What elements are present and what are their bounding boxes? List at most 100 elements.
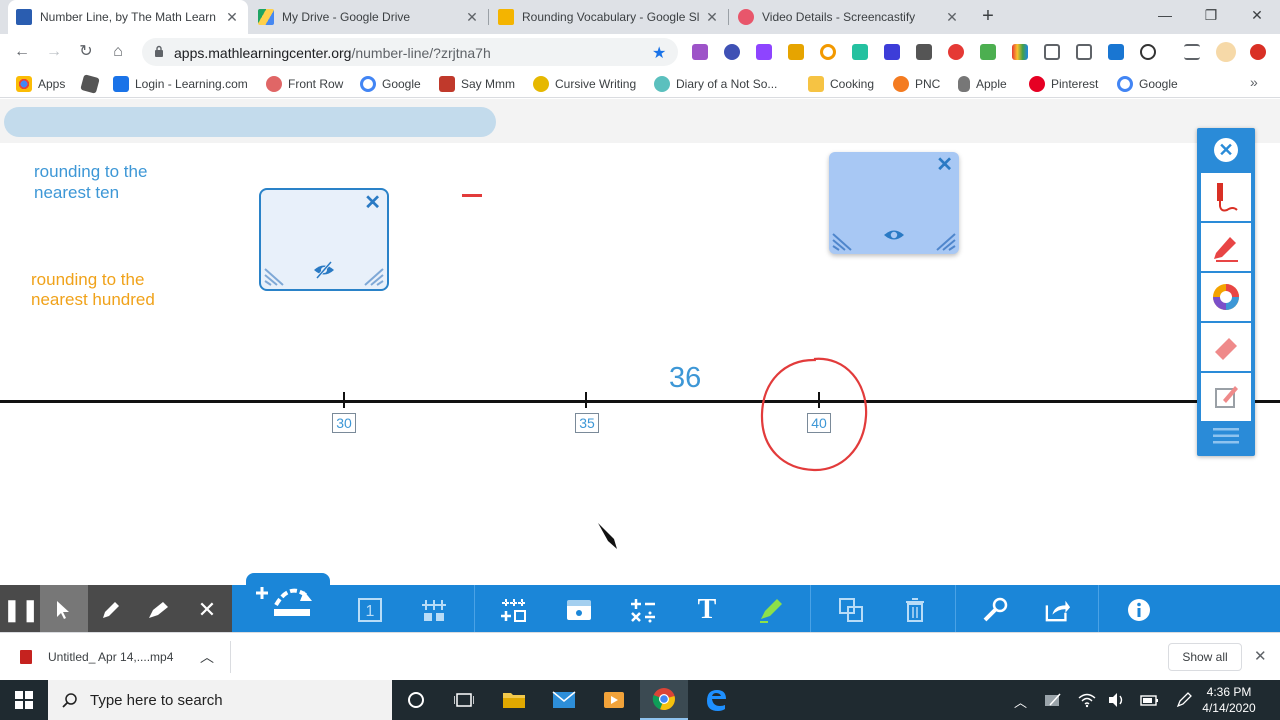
extension-icon[interactable] xyxy=(756,44,772,60)
tick-marks-icon[interactable] xyxy=(421,597,447,623)
volume-icon[interactable] xyxy=(1108,692,1126,711)
info-icon[interactable] xyxy=(1126,597,1152,623)
show-hidden-icons-chevron-icon[interactable]: ︿ xyxy=(1014,692,1027,711)
pen-settings-icon[interactable] xyxy=(1176,692,1194,711)
hamburger-menu-icon[interactable] xyxy=(1213,428,1239,444)
clear-drawing-button[interactable] xyxy=(1201,373,1251,421)
profile-avatar[interactable] xyxy=(1216,42,1236,62)
file-explorer-button[interactable] xyxy=(490,680,538,720)
close-icon[interactable]: ✕ xyxy=(194,597,220,623)
mail-button[interactable] xyxy=(540,680,588,720)
tab-close-icon[interactable]: ✕ xyxy=(464,9,480,26)
trash-icon[interactable] xyxy=(902,597,928,623)
reload-button[interactable]: ↻ xyxy=(74,40,98,64)
bookmark-apple[interactable]: Apple xyxy=(958,76,1007,92)
bookmark-google-2[interactable]: Google xyxy=(1117,76,1178,92)
tick-label-35[interactable]: 35 xyxy=(575,413,599,433)
color-picker-button[interactable] xyxy=(1201,273,1251,321)
close-window-button[interactable]: ✕ xyxy=(1234,4,1280,26)
number-line-workspace[interactable]: rounding to the nearest ten rounding to … xyxy=(0,99,1280,585)
bookmark-front-row[interactable]: Front Row xyxy=(266,76,343,92)
operations-icon[interactable] xyxy=(630,597,656,623)
battery-icon[interactable] xyxy=(1140,692,1160,711)
back-button[interactable]: ← xyxy=(10,40,34,64)
extension-icon[interactable] xyxy=(1044,44,1060,60)
show-all-button[interactable]: Show all xyxy=(1168,643,1242,671)
eye-slash-icon[interactable] xyxy=(312,261,336,279)
resize-handle-icon[interactable] xyxy=(263,263,289,287)
tab-number-line[interactable]: Number Line, by The Math Learn ✕ xyxy=(8,0,248,34)
close-icon[interactable]: ✕ xyxy=(1214,138,1238,162)
cortana-button[interactable] xyxy=(392,680,440,720)
close-downloads-icon[interactable]: ✕ xyxy=(1254,647,1267,665)
resize-handle-icon[interactable] xyxy=(359,263,385,287)
taskbar-search-box[interactable]: Type here to search xyxy=(48,680,392,720)
cover-box-icon[interactable] xyxy=(566,597,592,623)
chevron-up-icon[interactable]: ︿ xyxy=(200,647,214,667)
marker-tool-button[interactable] xyxy=(1201,223,1251,271)
close-icon[interactable]: ✕ xyxy=(364,193,381,213)
highlighter-green-icon[interactable] xyxy=(758,597,784,623)
extension-icon[interactable] xyxy=(980,44,996,60)
address-bar[interactable]: apps.mathlearningcenter.org/number-line/… xyxy=(142,38,678,66)
add-number-line-icon[interactable] xyxy=(501,597,527,623)
cover-box-hidden[interactable]: ✕ xyxy=(259,188,389,291)
bookmark-google[interactable]: Google xyxy=(360,76,421,92)
system-clock[interactable]: 4:36 PM 4/14/2020 xyxy=(1198,684,1260,716)
text-tool-icon[interactable]: T xyxy=(694,594,720,625)
highlighter-icon[interactable] xyxy=(146,597,172,623)
duplicate-icon[interactable] xyxy=(838,597,864,623)
bookmark-pnc[interactable]: PNC xyxy=(893,76,940,92)
bookmark-cooking[interactable]: Cooking xyxy=(808,76,874,92)
tab-rounding-vocabulary[interactable]: Rounding Vocabulary - Google Sl ✕ xyxy=(490,0,728,34)
extension-icon[interactable] xyxy=(788,44,804,60)
media-queue-icon[interactable] xyxy=(1184,44,1200,60)
more-bookmarks-chevron-icon[interactable]: » xyxy=(1250,74,1258,90)
pen-icon[interactable] xyxy=(98,597,124,623)
task-view-button[interactable] xyxy=(440,680,488,720)
text-label-nearest-hundred[interactable]: rounding to the nearest hundred xyxy=(31,270,191,310)
pdf-extension-icon[interactable] xyxy=(916,44,932,60)
extension-icon[interactable] xyxy=(884,44,900,60)
extension-icon[interactable] xyxy=(1140,44,1156,60)
tab-google-drive[interactable]: My Drive - Google Drive ✕ xyxy=(250,0,488,34)
resize-handle-icon[interactable] xyxy=(931,228,957,252)
tab-close-icon[interactable]: ✕ xyxy=(224,9,240,26)
share-icon[interactable] xyxy=(1045,597,1071,623)
bookmark-star-icon[interactable]: ★ xyxy=(652,43,666,63)
bookmark-learning-com[interactable]: Login - Learning.com xyxy=(113,76,248,92)
add-jump-arc-icon[interactable] xyxy=(252,583,322,619)
extension-icon[interactable] xyxy=(852,44,868,60)
number-line[interactable] xyxy=(0,400,1280,403)
extension-icon[interactable] xyxy=(692,44,708,60)
pointer-cursor-icon[interactable] xyxy=(50,597,76,623)
tab-close-icon[interactable]: ✕ xyxy=(704,9,720,26)
home-button[interactable]: ⌂ xyxy=(106,40,130,64)
red-minus-mark[interactable] xyxy=(462,194,482,197)
bookmark-diary[interactable]: Diary of a Not So... xyxy=(654,76,777,92)
pen-tool-button[interactable] xyxy=(1201,173,1251,221)
pen-workspace-icon[interactable] xyxy=(1044,692,1062,711)
extension-icon[interactable] xyxy=(1108,44,1124,60)
start-button[interactable] xyxy=(0,680,48,720)
cover-box-visible[interactable]: ✕ xyxy=(829,152,959,254)
close-icon[interactable]: ✕ xyxy=(936,155,953,175)
chrome-taskbar-button[interactable] xyxy=(640,680,688,720)
text-label-nearest-ten[interactable]: rounding to the nearest ten xyxy=(34,161,194,203)
eraser-tool-button[interactable] xyxy=(1201,323,1251,371)
bookmark-apps[interactable]: Apps xyxy=(16,76,65,92)
grid-extension-icon[interactable] xyxy=(1076,44,1092,60)
download-item[interactable]: Untitled_ Apr 14,....mp4 xyxy=(20,650,173,664)
update-menu-icon[interactable] xyxy=(1250,44,1266,60)
extension-icon[interactable] xyxy=(724,44,740,60)
number-box-icon[interactable]: 1 xyxy=(357,597,383,623)
edge-button[interactable] xyxy=(692,680,740,720)
eye-icon[interactable] xyxy=(882,226,906,244)
resize-handle-icon[interactable] xyxy=(831,228,857,252)
bookmark-say-mmm[interactable]: Say Mmm xyxy=(439,76,515,92)
pause-icon[interactable]: ❚❚ xyxy=(3,597,40,623)
new-tab-button[interactable]: + xyxy=(977,5,999,27)
tick-label-30[interactable]: 30 xyxy=(332,413,356,433)
tab-close-icon[interactable]: ✕ xyxy=(944,9,960,26)
lock-icon[interactable] xyxy=(154,45,164,57)
